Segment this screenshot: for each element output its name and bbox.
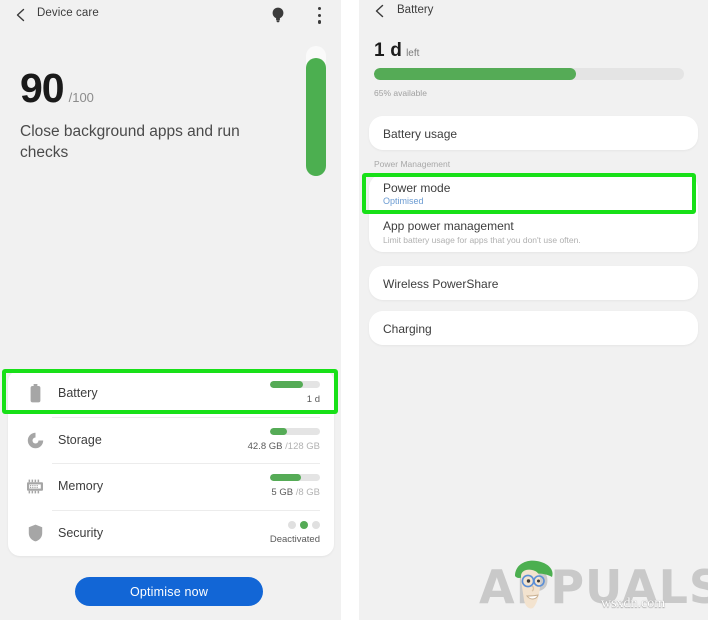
battery-usage-label: Battery usage — [383, 127, 458, 141]
security-dot-1 — [288, 520, 296, 529]
app-power-management-description: Limit battery usage for apps that you do… — [383, 235, 581, 245]
power-mode-status: Optimised — [383, 196, 424, 206]
list-item-label: Storage — [58, 432, 102, 447]
score-message: Close background apps and run checks — [20, 123, 240, 161]
device-care-appbar: Device care — [0, 0, 341, 32]
battery-meter — [270, 381, 320, 388]
power-mode-label: Power mode — [383, 181, 451, 195]
device-care-panel: Device care 90 /100 Close background app… — [0, 0, 341, 620]
storage-meter-fill — [270, 427, 287, 435]
battery-icon — [25, 383, 45, 404]
list-item-label: Battery — [58, 386, 98, 400]
score-value: 90 — [20, 65, 65, 111]
memory-meter-value: 5 GB /8 GB — [271, 487, 320, 498]
battery-level-bar-fill — [374, 68, 576, 80]
screenshot-root: Device care 90 /100 Close background app… — [0, 0, 708, 620]
page-title: Battery — [397, 4, 434, 16]
battery-meter-value: 1 d — [307, 394, 320, 405]
battery-remaining-unit: left — [406, 48, 420, 59]
back-chevron-icon[interactable] — [14, 7, 28, 23]
storage-meter-value: 42.8 GB /128 GB — [248, 441, 320, 452]
battery-remaining-amount: 1 d — [374, 40, 403, 61]
power-management-section-label: Power Management — [374, 159, 451, 169]
wireless-powershare-card[interactable]: Wireless PowerShare — [369, 266, 698, 300]
memory-meter — [270, 474, 320, 481]
memory-chip-icon — [25, 476, 45, 497]
more-vertical-icon[interactable] — [318, 7, 323, 25]
storage-value-total: /128 GB — [285, 440, 320, 452]
battery-usage-card[interactable]: Battery usage — [369, 116, 698, 150]
memory-value-main: 5 GB — [271, 487, 294, 498]
page-title: Device care — [37, 7, 99, 19]
security-dots-meter — [270, 520, 320, 529]
security-dot-3 — [312, 520, 320, 529]
battery-level-bar-track — [374, 68, 684, 80]
list-item-battery[interactable]: Battery 1 d — [8, 370, 334, 417]
app-power-management-label: App power management — [383, 219, 514, 233]
optimise-now-button[interactable]: Optimise now — [75, 577, 263, 606]
security-dot-2 — [300, 520, 308, 529]
storage-meter — [270, 427, 320, 435]
lightbulb-icon[interactable] — [270, 6, 286, 24]
security-status-value: Deactivated — [269, 533, 320, 545]
charging-label: Charging — [383, 322, 432, 336]
power-management-card: Power mode Optimised App power managemen… — [369, 174, 698, 252]
score-gauge-fill — [306, 58, 326, 176]
shield-icon — [25, 523, 45, 544]
wireless-powershare-item[interactable]: Wireless PowerShare — [369, 266, 698, 300]
memory-value-total: /8 GB — [295, 487, 320, 498]
list-item-label: Memory — [58, 479, 104, 493]
battery-usage-item[interactable]: Battery usage — [369, 116, 698, 150]
charging-card[interactable]: Charging — [369, 311, 698, 345]
memory-meter-fill — [270, 474, 301, 481]
score-gauge-track — [306, 46, 326, 176]
list-item-storage[interactable]: Storage 42.8 GB /128 GB — [8, 416, 334, 464]
wireless-powershare-label: Wireless PowerShare — [383, 277, 499, 291]
battery-appbar: Battery — [359, 0, 708, 26]
battery-meter-fill — [270, 381, 303, 388]
battery-value-main: 1 d — [306, 394, 320, 405]
storage-pie-icon — [25, 430, 45, 451]
list-item-memory[interactable]: Memory 5 GB /8 GB — [8, 463, 334, 510]
app-power-management-item[interactable]: App power management Limit battery usage… — [369, 213, 698, 252]
back-chevron-icon[interactable] — [373, 3, 387, 19]
device-care-list-card: Battery 1 d Storage 42.8 GB /128 GB Memo… — [8, 370, 334, 556]
power-mode-item[interactable]: Power mode Optimised — [369, 174, 698, 213]
storage-value-main: 42.8 GB — [247, 440, 283, 452]
battery-remaining: 1 d left — [374, 40, 419, 62]
charging-item[interactable]: Charging — [369, 311, 698, 345]
list-item-security[interactable]: Security Deactivated — [8, 509, 334, 557]
device-score: 90 /100 Close background apps and run ch… — [20, 68, 280, 164]
battery-available-caption: 65% available — [374, 88, 427, 98]
score-denominator: /100 — [68, 90, 94, 105]
list-item-label: Security — [58, 525, 104, 540]
battery-settings-panel: Battery 1 d left 65% available Battery u… — [359, 0, 708, 620]
